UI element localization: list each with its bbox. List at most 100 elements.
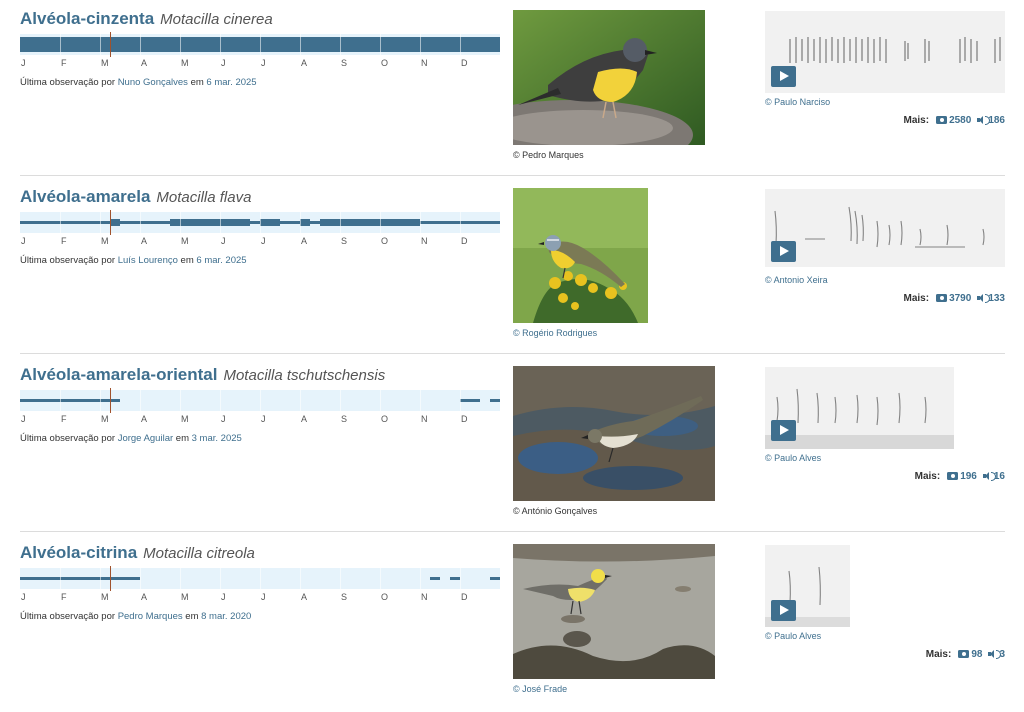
observer-link[interactable]: Nuno Gonçalves bbox=[118, 77, 188, 88]
photo-count-link[interactable]: 98 bbox=[971, 649, 982, 660]
month-separator bbox=[220, 212, 221, 233]
common-name-link[interactable]: Alvéola-amarela bbox=[20, 187, 150, 206]
month-separator bbox=[100, 568, 101, 589]
phenology-segment bbox=[60, 37, 71, 52]
month-label: M bbox=[181, 414, 189, 424]
last-obs-mid: em bbox=[180, 255, 194, 266]
play-button[interactable] bbox=[771, 66, 796, 87]
phenology-segment bbox=[440, 221, 451, 224]
month-label: M bbox=[181, 592, 189, 602]
month-separator bbox=[380, 34, 381, 55]
month-separator bbox=[460, 568, 461, 589]
phenology-segment bbox=[130, 221, 141, 224]
month-label: J bbox=[221, 414, 226, 424]
month-separator bbox=[60, 390, 61, 411]
phenology-segment bbox=[240, 37, 251, 52]
observer-link[interactable]: Pedro Marques bbox=[118, 611, 183, 622]
phenology-segment bbox=[210, 37, 221, 52]
phenology-segment bbox=[150, 37, 161, 52]
month-label: J bbox=[21, 592, 26, 602]
phenology-segment bbox=[140, 37, 151, 52]
phenology-segment bbox=[470, 221, 481, 224]
phenology-segment bbox=[50, 221, 61, 224]
sonogram[interactable] bbox=[765, 545, 850, 627]
speaker-icon bbox=[977, 116, 991, 125]
speaker-icon bbox=[977, 294, 991, 303]
month-separator bbox=[100, 212, 101, 233]
species-card: Alvéola-amarela Motacilla flava J F M A M J J A S… bbox=[0, 178, 1024, 356]
observation-date-link[interactable]: 6 mar. 2025 bbox=[196, 255, 246, 266]
phenology-segment bbox=[60, 577, 71, 580]
sound-count-link[interactable]: 186 bbox=[988, 115, 1005, 126]
observation-date-link[interactable]: 8 mar. 2020 bbox=[201, 611, 251, 622]
more-media: Mais: 3790 133 bbox=[904, 293, 1006, 304]
observation-date-link[interactable]: 6 mar. 2025 bbox=[206, 77, 256, 88]
sonogram[interactable] bbox=[765, 189, 1005, 267]
phenology-segment bbox=[20, 37, 31, 52]
species-photo[interactable] bbox=[513, 544, 715, 679]
observation-date-link[interactable]: 3 mar. 2025 bbox=[192, 433, 242, 444]
phenology-segment bbox=[400, 219, 411, 226]
month-separator bbox=[420, 568, 421, 589]
common-name-link[interactable]: Alvéola-cinzenta bbox=[20, 9, 154, 28]
species-photo[interactable] bbox=[513, 366, 715, 501]
phenology-segment bbox=[270, 37, 281, 52]
phenology-segment bbox=[490, 37, 501, 52]
sound-credit: © Paulo Narciso bbox=[765, 97, 831, 107]
phenology-segment bbox=[310, 37, 321, 52]
month-label: S bbox=[341, 592, 348, 602]
today-marker bbox=[110, 210, 111, 235]
month-separator bbox=[100, 390, 101, 411]
month-separator bbox=[260, 390, 261, 411]
common-name-link[interactable]: Alvéola-citrina bbox=[20, 543, 137, 562]
month-label: N bbox=[421, 236, 428, 246]
more-label: Mais: bbox=[903, 115, 930, 126]
month-label: M bbox=[181, 236, 189, 246]
phenology-bar bbox=[20, 566, 501, 591]
phenology-segment bbox=[60, 221, 71, 224]
phenology-segment bbox=[80, 37, 91, 52]
observer-link[interactable]: Jorge Aguilar bbox=[118, 433, 173, 444]
month-label: J bbox=[221, 58, 226, 68]
month-label: O bbox=[381, 236, 389, 246]
phenology-segment bbox=[490, 221, 501, 224]
observer-link[interactable]: Luís Lourenço bbox=[118, 255, 178, 266]
species-photo[interactable] bbox=[513, 188, 648, 323]
species-photo[interactable] bbox=[513, 10, 705, 145]
last-obs-mid: em bbox=[185, 611, 199, 622]
photo-count-link[interactable]: 196 bbox=[960, 471, 977, 482]
month-label: J bbox=[261, 58, 266, 68]
phenology-segment bbox=[170, 37, 181, 52]
sonogram[interactable] bbox=[765, 367, 954, 449]
phenology-segment bbox=[320, 37, 331, 52]
common-name-link[interactable]: Alvéola-amarela-oriental bbox=[20, 365, 217, 384]
phenology-segment bbox=[40, 37, 51, 52]
month-separator bbox=[180, 390, 181, 411]
month-separator bbox=[300, 34, 301, 55]
phenology-segment bbox=[280, 37, 291, 52]
month-label: M bbox=[181, 58, 189, 68]
sonogram[interactable] bbox=[765, 11, 1005, 93]
month-label: J bbox=[21, 58, 26, 68]
play-button[interactable] bbox=[771, 241, 796, 262]
phenology-segment bbox=[360, 219, 371, 226]
month-label: O bbox=[381, 414, 389, 424]
photo-count-link[interactable]: 2580 bbox=[949, 115, 971, 126]
month-separator bbox=[380, 212, 381, 233]
month-label: O bbox=[381, 58, 389, 68]
phenology-segment bbox=[480, 37, 491, 52]
phenology-segment bbox=[70, 37, 81, 52]
phenology-segment bbox=[370, 37, 381, 52]
photo-count-link[interactable]: 3790 bbox=[949, 293, 971, 304]
phenology-segment bbox=[430, 577, 441, 580]
month-separator bbox=[260, 212, 261, 233]
month-label: J bbox=[261, 236, 266, 246]
month-label: N bbox=[421, 592, 428, 602]
month-label: D bbox=[461, 58, 468, 68]
play-button[interactable] bbox=[771, 600, 796, 621]
phenology-segment bbox=[420, 37, 431, 52]
scientific-name: Motacilla flava bbox=[156, 189, 252, 206]
play-button[interactable] bbox=[771, 420, 796, 441]
scientific-name: Motacilla citreola bbox=[143, 545, 255, 562]
sound-count-link[interactable]: 133 bbox=[988, 293, 1005, 304]
